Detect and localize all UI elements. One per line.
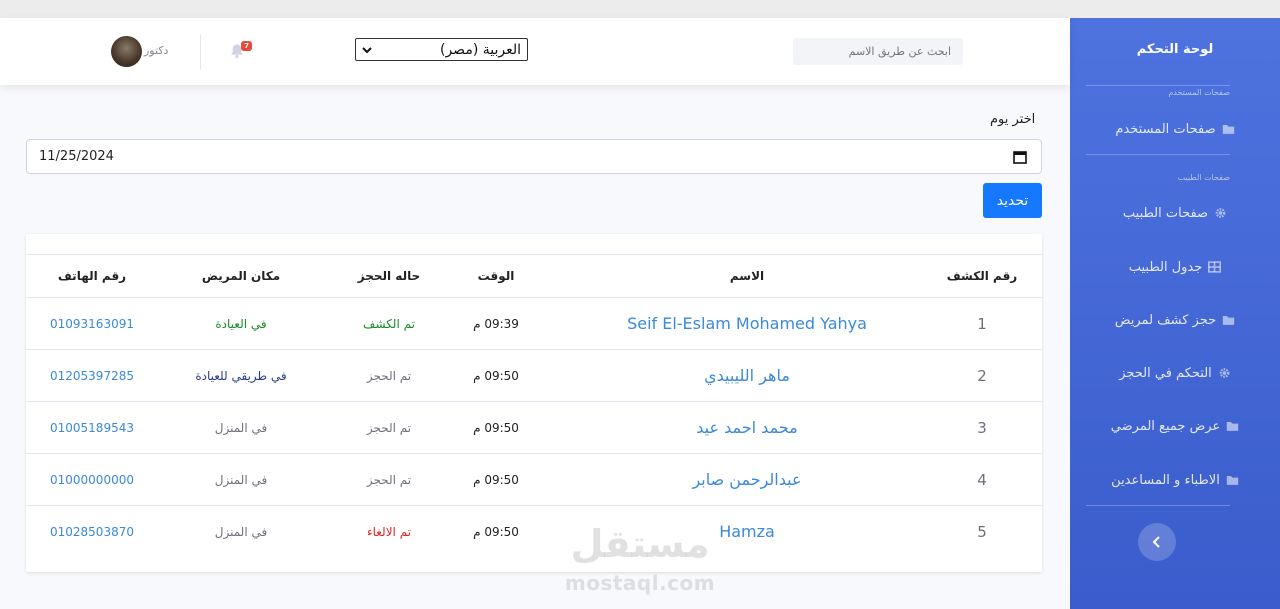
table-icon (1208, 261, 1222, 273)
gear-icon (1214, 207, 1227, 219)
row-time: 09:50 م (473, 525, 519, 539)
folder-icon (1226, 420, 1239, 432)
sidebar-item-doctor-pages[interactable]: صفحات الطبيب (1070, 198, 1280, 228)
row-name-link[interactable]: ماهر الليبيدي (556, 350, 938, 402)
table-row: 3 محمد احمد عيد 09:50 م تم الحجز في المن… (26, 402, 1042, 454)
sidebar-item-label: صفحات المستخدم (1115, 121, 1216, 137)
date-value: 11/25/2024 (39, 149, 114, 164)
sidebar-item-label: عرض جميع المرضي (1110, 418, 1221, 434)
sidebar-item-label: حجز كشف لمريض (1114, 312, 1217, 328)
row-location: في المنزل (214, 473, 268, 487)
row-time: 09:39 م (473, 317, 519, 331)
row-location: في المنزل (214, 525, 268, 539)
folder-icon (1226, 474, 1239, 486)
row-time: 09:50 م (473, 473, 519, 487)
header-number: رقم الكشف (946, 269, 1018, 283)
row-name-link[interactable]: عبدالرحمن صابر (556, 454, 938, 506)
row-number: 3 (977, 419, 987, 437)
sidebar-brand[interactable]: لوحة التحكم (1070, 42, 1280, 57)
row-time: 09:50 م (473, 369, 519, 383)
watermark-latin: mostaql.com (564, 571, 716, 595)
sidebar-item-label: التحكم في الحجز (1119, 365, 1212, 381)
topbar: العربية (مصر) 7 دكتور (0, 18, 1070, 85)
row-status: تم الحجز (366, 473, 412, 487)
row-number: 1 (977, 315, 987, 333)
row-number: 4 (977, 471, 987, 489)
row-status: تم الحجز (366, 421, 412, 435)
sidebar-item-booking-control[interactable]: التحكم في الحجز (1070, 358, 1280, 388)
row-phone[interactable]: 01205397285 (26, 350, 158, 402)
chevron-left-icon (1152, 536, 1160, 548)
table-header: رقم الكشف الاسم الوقت حاله الحجز مكان ال… (26, 254, 1042, 298)
sidebar-item-label: الاطباء و المساعدين (1111, 472, 1220, 488)
row-number: 5 (977, 523, 987, 541)
browser-top-strip (0, 0, 1280, 18)
date-field[interactable]: 11/25/2024 (26, 139, 1042, 174)
row-status: تم الالغاء (366, 525, 412, 539)
row-name-link[interactable]: Hamza (556, 506, 938, 558)
avatar[interactable] (111, 36, 142, 67)
row-status: تم الحجز (366, 369, 412, 383)
sidebar-divider (1086, 154, 1230, 155)
notification-badge: 7 (241, 41, 252, 51)
sidebar-divider (1086, 505, 1230, 506)
table-row: 5 Hamza 09:50 م تم الالغاء في المنزل 010… (26, 506, 1042, 558)
header-name: الاسم (729, 269, 765, 283)
topbar-divider (200, 34, 201, 70)
chevron-down-icon (362, 46, 372, 53)
language-selected-value: العربية (مصر) (440, 41, 521, 58)
row-location: في طريقي للعيادة (195, 369, 287, 383)
sidebar-item-doctor-schedule[interactable]: جدول الطبيب (1070, 252, 1280, 282)
gear-icon (1218, 367, 1231, 379)
folder-icon (1222, 123, 1235, 135)
sidebar-item-all-patients[interactable]: عرض جميع المرضي (1070, 411, 1280, 441)
update-button[interactable]: تحديد (983, 183, 1042, 218)
sidebar-toggle-button[interactable] (1138, 523, 1176, 561)
sidebar-item-user-pages[interactable]: صفحات المستخدم (1070, 114, 1280, 144)
row-time: 09:50 م (473, 421, 519, 435)
header-location: مكان المريض (201, 269, 281, 283)
sidebar-heading-user: صفحات المستخدم (1168, 88, 1230, 97)
table-row: 4 عبدالرحمن صابر 09:50 م تم الحجز في الم… (26, 454, 1042, 506)
search-input[interactable] (793, 38, 963, 65)
header-time: الوقت (477, 269, 515, 283)
day-label: اختر يوم (990, 112, 1036, 127)
table-row: 1 Seif El-Eslam Mohamed Yahya 09:39 م تم… (26, 298, 1042, 350)
sidebar-divider (1086, 85, 1230, 86)
folder-icon (1222, 314, 1235, 326)
header-status: حاله الحجز (357, 269, 421, 283)
language-select[interactable]: العربية (مصر) (355, 38, 528, 61)
row-name-link[interactable]: محمد احمد عيد (556, 402, 938, 454)
row-location: في المنزل (214, 421, 268, 435)
calendar-icon[interactable] (1013, 150, 1027, 164)
user-name[interactable]: دكتور (144, 44, 168, 57)
header-phone: رقم الهاتف (57, 269, 127, 283)
sidebar-item-label: صفحات الطبيب (1122, 205, 1209, 221)
row-phone[interactable]: 01028503870 (26, 506, 158, 558)
sidebar: لوحة التحكم صفحات المستخدم صفحات المستخد… (1070, 18, 1280, 609)
row-number: 2 (977, 367, 987, 385)
sidebar-item-label: جدول الطبيب (1128, 259, 1203, 275)
row-phone[interactable]: 01000000000 (26, 454, 158, 506)
row-status: تم الكشف (363, 317, 415, 331)
row-phone[interactable]: 01005189543 (26, 402, 158, 454)
sidebar-item-book-patient[interactable]: حجز كشف لمريض (1070, 305, 1280, 335)
row-name-link[interactable]: Seif El-Eslam Mohamed Yahya (556, 298, 938, 350)
row-phone[interactable]: 01093163091 (26, 298, 158, 350)
table-row: 2 ماهر الليبيدي 09:50 م تم الحجز في طريق… (26, 350, 1042, 402)
row-location: في العيادة (215, 317, 267, 331)
appointments-card: رقم الكشف الاسم الوقت حاله الحجز مكان ال… (26, 234, 1042, 572)
sidebar-heading-doctor: صفحات الطبيب (1177, 173, 1230, 182)
sidebar-item-doctors-assistants[interactable]: الاطباء و المساعدين (1070, 465, 1280, 495)
